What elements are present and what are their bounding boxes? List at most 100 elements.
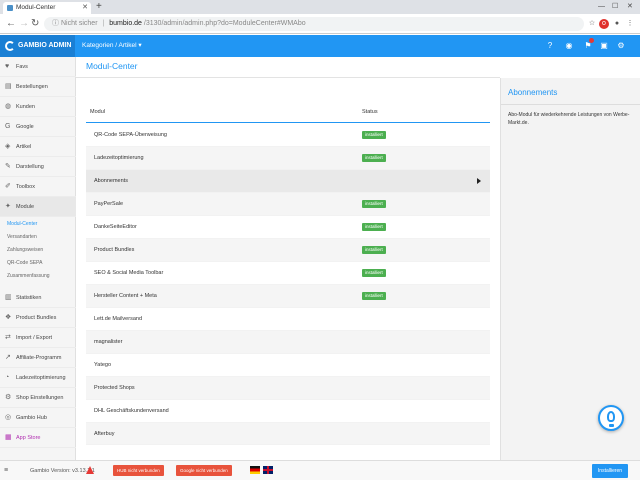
bookmark-star-icon[interactable]: ☆ <box>587 19 597 29</box>
sidebar-item-ladezeit[interactable]: ◔ Ladezeitoptimierung <box>0 368 76 388</box>
module-info-panel: Abonnements Abo-Modul für wiederkehrende… <box>500 78 640 460</box>
cart-icon: ▤ <box>5 83 12 90</box>
module-name: Abonnements <box>94 178 128 184</box>
bundle-icon: ❖ <box>5 314 12 321</box>
table-row[interactable]: Afterbuy <box>86 423 490 445</box>
table-row[interactable]: Lett.de Mailversand <box>86 308 490 331</box>
url-input[interactable]: ⓘ Nicht sicher | bumbio.de /3130/admin/a… <box>44 17 584 31</box>
module-name: Protected Shops <box>94 385 135 391</box>
table-row[interactable]: Yatego <box>86 354 490 377</box>
sidebar-item-bestellungen[interactable]: ▤ Bestellungen <box>0 77 76 97</box>
forward-icon[interactable]: → <box>19 18 29 30</box>
sidebar-item-affiliate[interactable]: ↗ Affiliate-Programm <box>0 348 76 368</box>
submenu-zusammenfassung[interactable]: Zusammenfassung <box>7 271 50 281</box>
sidebar-item-darstellung[interactable]: ✎ Darstellung <box>0 157 76 177</box>
module-name: DankeSeiteEditor <box>94 224 137 230</box>
info-icon: ⓘ <box>52 20 61 27</box>
help-bulb-button[interactable] <box>598 405 624 431</box>
column-header-module: Modul <box>90 109 105 115</box>
sidebar-item-product-bundles[interactable]: ❖ Product Bundles <box>0 308 76 328</box>
table-row[interactable]: PayPerSale installiert <box>86 193 490 216</box>
brush-icon: ✎ <box>5 163 11 170</box>
hub-icon: ◎ <box>5 414 12 421</box>
sidebar-item-favs[interactable]: ♥ Favs <box>0 57 76 77</box>
module-name: magnalister <box>94 339 123 345</box>
close-tab-icon[interactable]: ✕ <box>82 2 88 14</box>
profile-icon[interactable]: ● <box>612 19 622 29</box>
submenu-versandarten[interactable]: Versandarten <box>7 232 37 242</box>
users-icon: ◍ <box>5 103 12 110</box>
sidebar-item-statistiken[interactable]: ▥ Statistiken <box>0 288 76 308</box>
maximize-icon[interactable]: ☐ <box>612 0 618 14</box>
table-row[interactable]: Hersteller Content + Meta installiert <box>86 285 490 308</box>
module-name: Afterbuy <box>94 431 115 437</box>
submenu-zahlungsweisen[interactable]: Zahlungsweisen <box>7 245 43 255</box>
table-row[interactable]: DHL Geschäftskundenversand <box>86 400 490 423</box>
sidebar-item-gambio-hub[interactable]: ◎ Gambio Hub <box>0 408 76 428</box>
flag-en-icon[interactable] <box>263 466 273 474</box>
puzzle-icon: ✦ <box>5 203 11 210</box>
close-window-icon[interactable]: ✕ <box>627 0 633 14</box>
sidebar-item-label: Artikel <box>16 144 32 150</box>
tab-title: Modul-Center <box>16 4 56 11</box>
submenu-modul-center[interactable]: Modul-Center <box>7 219 37 229</box>
table-row[interactable]: Ladezeitoptimierung installiert <box>86 147 490 170</box>
sidebar-item-label: Gambio Hub <box>16 415 47 421</box>
module-name: Product Bundles <box>94 247 135 253</box>
hub-not-connected-button[interactable]: HUB nicht verbunden <box>113 465 164 476</box>
table-row[interactable]: SEO & Social Media Toolbar installiert <box>86 262 490 285</box>
info-panel-title: Abonnements <box>508 88 558 97</box>
exchange-icon: ⇄ <box>5 334 11 341</box>
menu-toggle-icon[interactable]: ≡ <box>4 461 8 480</box>
module-name: PayPerSale <box>94 201 124 207</box>
lightbulb-base <box>609 424 614 427</box>
module-table-header: Modul Status <box>86 103 490 123</box>
reload-icon[interactable]: ↻ <box>31 18 39 30</box>
breadcrumb[interactable]: Kategorien / Artikel ▾ <box>82 35 142 57</box>
browser-tab[interactable]: Modul-Center ✕ <box>3 2 91 14</box>
google-icon: G <box>5 123 11 130</box>
sidebar-item-shop-einstellungen[interactable]: ⚙ Shop Einstellungen <box>0 388 76 408</box>
module-name: Ladezeitoptimierung <box>94 155 144 161</box>
sidebar-item-google[interactable]: G Google <box>0 117 76 137</box>
minimize-icon[interactable]: — <box>598 0 605 14</box>
gambio-logo-icon <box>5 41 15 51</box>
flag-de-icon[interactable] <box>250 466 260 474</box>
install-button[interactable]: Installieren <box>592 464 628 478</box>
table-row[interactable]: DankeSeiteEditor installiert <box>86 216 490 239</box>
submenu-qr-code-sepa[interactable]: QR-Code SEPA <box>7 258 42 268</box>
module-name: SEO & Social Media Toolbar <box>94 270 164 276</box>
extension-icon[interactable]: o <box>599 19 609 29</box>
sidebar-item-toolbox[interactable]: ✐ Toolbox <box>0 177 76 197</box>
status-badge: installiert <box>362 200 386 208</box>
new-tab-button[interactable]: + <box>96 0 102 14</box>
table-row[interactable]: magnalister <box>86 331 490 354</box>
sidebar-item-import-export[interactable]: ⇄ Import / Export <box>0 328 76 348</box>
brand-logo[interactable]: GAMBIO ADMIN <box>0 35 75 57</box>
table-row[interactable]: QR-Code SEPA-Überweisung installiert <box>86 124 490 147</box>
status-badge: installiert <box>362 269 386 277</box>
sidebar-item-label: Google <box>16 124 34 130</box>
module-name: Yatego <box>94 362 112 368</box>
sidebar-item-kunden[interactable]: ◍ Kunden <box>0 97 76 117</box>
support-icon[interactable]: ◉ <box>563 40 575 52</box>
google-not-connected-button[interactable]: Google nicht verbunden <box>176 465 232 476</box>
address-bar: ← → ↻ ⓘ Nicht sicher | bumbio.de /3130/a… <box>0 14 640 34</box>
help-icon[interactable]: ? <box>544 40 556 52</box>
module-name: Lett.de Mailversand <box>94 316 142 322</box>
table-row[interactable]: Product Bundles installiert <box>86 239 490 262</box>
status-badge: installiert <box>362 223 386 231</box>
settings-icon[interactable]: ⚙ <box>615 40 627 52</box>
sidebar-item-app-store[interactable]: ▦ App Store <box>0 428 76 448</box>
back-icon[interactable]: ← <box>6 18 16 30</box>
title-divider <box>76 77 500 78</box>
arrow-right-icon <box>477 178 481 184</box>
table-row[interactable]: Protected Shops <box>86 377 490 400</box>
sidebar-item-artikel[interactable]: ◈ Artikel <box>0 137 76 157</box>
browser-menu-icon[interactable]: ⋮ <box>625 19 635 29</box>
cart-icon[interactable]: ▣ <box>598 40 610 52</box>
sidebar-item-label: Module <box>16 204 35 210</box>
sidebar-item-label: App Store <box>16 435 41 441</box>
sidebar-item-module[interactable]: ✦ Module <box>0 197 76 217</box>
table-row-selected[interactable]: Abonnements <box>86 170 490 193</box>
